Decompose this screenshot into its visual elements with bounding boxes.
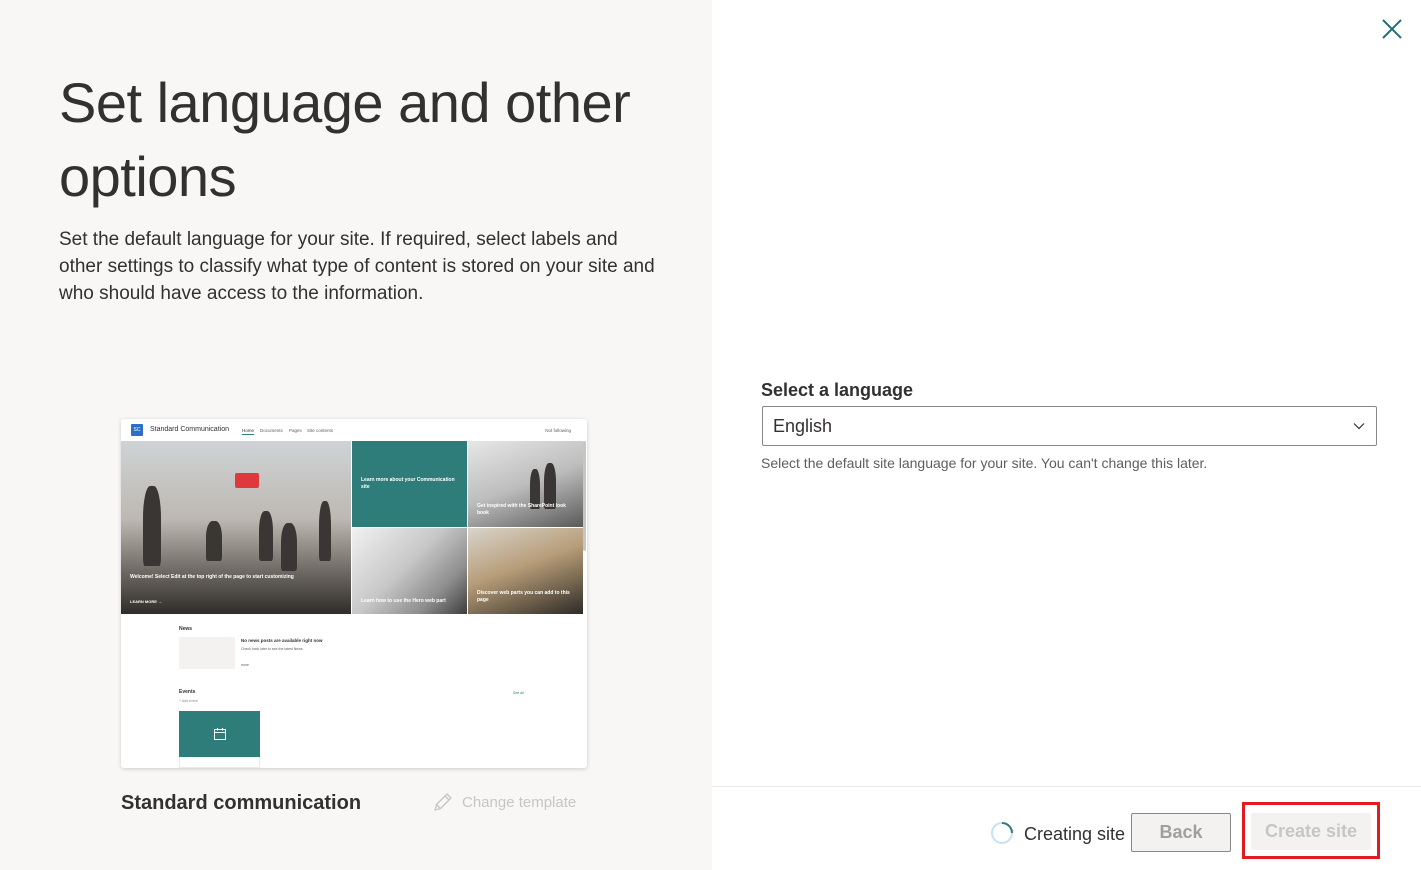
language-dropdown[interactable]: English (762, 406, 1377, 446)
preview-nav-pages: Pages (289, 428, 302, 433)
preview-add-event: + Add event (179, 699, 198, 703)
preview-news-empty-sub: Check back later to see the latest News. (241, 647, 304, 651)
preview-person-shape (206, 521, 222, 561)
preview-hero-teal-text: Learn more about your Communication site (361, 477, 455, 490)
create-site-highlight: Create site (1242, 802, 1380, 859)
preview-person-shape (281, 523, 297, 571)
preview-site-logo: SC (131, 424, 143, 436)
preview-hero-main-tile: Welcome! Select Edit at the top right of… (121, 441, 351, 614)
preview-hero-tile-2-text: Get inspired with the SharePoint look bo… (477, 503, 566, 516)
page-title: Set language and other options (59, 71, 631, 208)
language-help-text: Select the default site language for you… (761, 455, 1208, 471)
status-text: Creating site (1024, 824, 1126, 844)
preview-person-shape (319, 501, 331, 561)
page-description: Set the default language for your site. … (59, 229, 655, 304)
preview-person-shape (143, 486, 161, 566)
loading-spinner-icon (991, 822, 1013, 844)
preview-hero-tile-4: Discover web parts you can add to this p… (468, 528, 583, 614)
preview-hero-main-title: Welcome! Select Edit at the top right of… (130, 574, 294, 580)
template-preview: SC Standard Communication Home Documents… (121, 419, 587, 768)
close-icon (1382, 19, 1402, 39)
language-selected-value: English (773, 415, 833, 436)
preview-events-heading: Events (179, 689, 196, 695)
preview-news-more: more (241, 663, 249, 667)
preview-nav-home: Home (242, 428, 255, 435)
close-button[interactable] (1378, 15, 1406, 43)
preview-news-placeholder (179, 637, 235, 669)
preview-scrollbar (583, 441, 586, 551)
preview-person-shape (259, 511, 273, 561)
preview-hero-tile-4-text: Discover web parts you can add to this p… (477, 590, 570, 603)
preview-news-empty-title: No news posts are available right now (241, 638, 323, 643)
change-template-label: Change template (462, 793, 577, 811)
preview-hero-tile-2: Get inspired with the SharePoint look bo… (468, 441, 583, 527)
preview-news-heading: News (179, 626, 193, 632)
footer-divider (712, 786, 1421, 787)
preview-follow-label: Not following (545, 428, 571, 433)
preview-hero-teal-tile: Learn more about your Communication site (352, 441, 467, 527)
preview-hero-tile-3-text: Learn how to use the Hero web part (361, 598, 446, 604)
preview-nav-documents: Documents (260, 428, 283, 433)
back-button[interactable]: Back (1131, 813, 1231, 852)
left-panel: Set language and other options Set the d… (0, 0, 712, 870)
preview-hero-tile-3: Learn how to use the Hero web part (352, 528, 467, 614)
create-site-button[interactable]: Create site (1251, 813, 1371, 850)
language-label: Select a language (761, 380, 914, 400)
preview-header: SC Standard Communication Home Documents… (121, 419, 587, 441)
preview-hero-main-link: LEARN MORE → (130, 599, 162, 604)
template-name: Standard communication (121, 792, 362, 814)
calendar-icon (213, 728, 226, 740)
preview-event-card (179, 711, 260, 757)
preview-see-all: See all (513, 691, 524, 695)
preview-event-card-footer (179, 757, 260, 768)
preview-nav-site-contents: Site contents (307, 428, 334, 433)
chevron-down-icon (1353, 423, 1365, 430)
preview-site-name: Standard Communication (150, 426, 229, 433)
change-template-button[interactable]: Change template (432, 790, 576, 814)
create-site-dialog: Set language and other options Set the d… (0, 0, 1421, 870)
preview-lamp-shape (235, 473, 259, 488)
pencil-icon (434, 793, 452, 811)
